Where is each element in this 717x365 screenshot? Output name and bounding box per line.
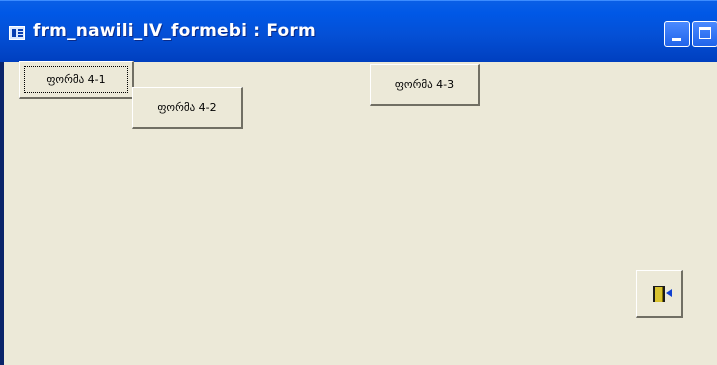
form-window: frm_nawili_IV_formebi : Form ფორმა 4-1 ფ…: [0, 0, 717, 365]
form-4-2-button[interactable]: ფორმა 4-2: [132, 87, 243, 129]
title-bar[interactable]: frm_nawili_IV_formebi : Form: [0, 0, 717, 62]
maximize-button[interactable]: [692, 21, 717, 47]
minimize-button[interactable]: [664, 21, 690, 47]
form-4-3-label: ფორმა 4-3: [394, 78, 455, 91]
form-icon[interactable]: [9, 26, 25, 40]
exit-door-icon: [653, 285, 672, 302]
focus-rectangle: [24, 66, 128, 93]
exit-button[interactable]: [636, 270, 683, 318]
form-4-2-label: ფორმა 4-2: [157, 101, 217, 114]
form-4-3-button[interactable]: ფორმა 4-3: [370, 64, 480, 106]
window-title: frm_nawili_IV_formebi : Form: [33, 21, 316, 41]
form-4-1-button[interactable]: ფორმა 4-1: [19, 61, 134, 99]
